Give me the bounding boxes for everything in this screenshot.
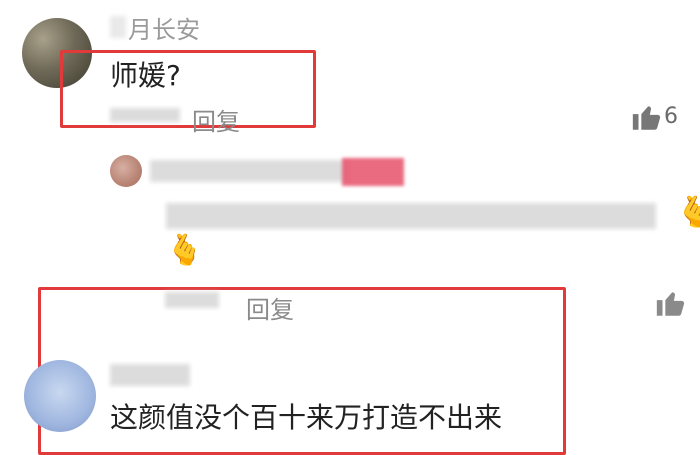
blurred-timestamp-1	[110, 108, 180, 122]
like-button-1[interactable]	[630, 100, 664, 138]
avatar-user-3[interactable]	[24, 360, 96, 432]
blurred-username-3	[110, 364, 190, 386]
blurred-badge-2	[342, 158, 404, 186]
thumbs-up-icon	[656, 292, 685, 316]
reply-button-1[interactable]: 回复	[192, 102, 240, 137]
blurred-timestamp-2	[165, 292, 219, 308]
heart-finger-emoji-icon: 🫰	[676, 195, 700, 230]
blurred-name-part	[110, 16, 126, 38]
comment-text-1: 师媛?	[110, 59, 181, 92]
heart-finger-emoji-icon: 🫰	[166, 233, 204, 268]
like-button-2[interactable]	[654, 286, 688, 324]
username-1: 月长安	[128, 16, 200, 44]
avatar-user-2[interactable]	[110, 155, 142, 187]
comment-text-3: 这颜值没个百十来万打造不出来	[110, 401, 503, 434]
blurred-comment-text-2	[166, 203, 656, 229]
thumbs-up-icon	[632, 106, 661, 130]
highlight-box-1	[60, 50, 316, 128]
blurred-username-2	[150, 160, 350, 182]
like-count-1: 6	[664, 104, 678, 129]
reply-button-2[interactable]: 回复	[246, 290, 294, 325]
